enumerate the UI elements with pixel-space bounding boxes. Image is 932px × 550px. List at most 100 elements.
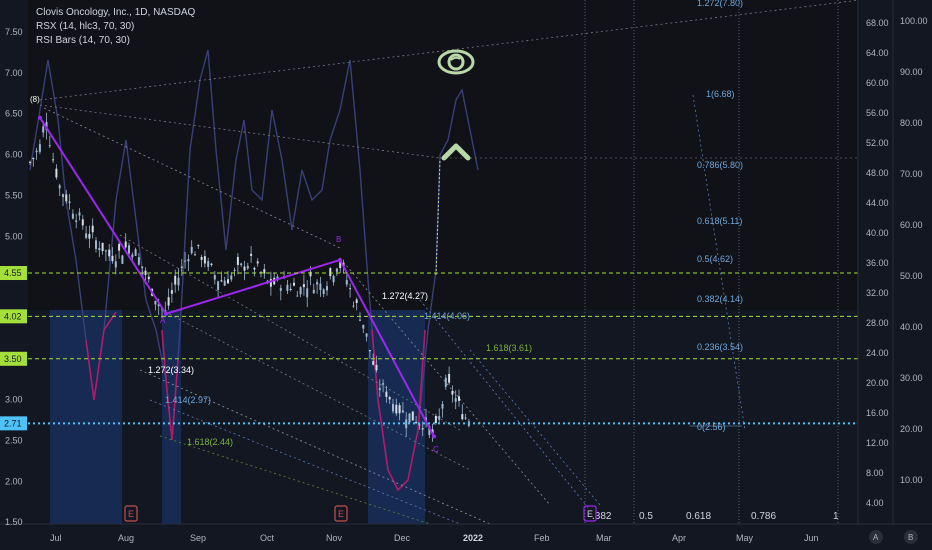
candle-body — [243, 266, 246, 271]
candle-body — [62, 194, 64, 198]
svg-text:E: E — [128, 509, 134, 519]
wave-label-A: A — [160, 316, 166, 325]
axis-mode-button[interactable]: A — [869, 530, 883, 544]
candle-body — [408, 413, 411, 423]
candle-body — [147, 276, 150, 280]
candle-body — [401, 410, 404, 413]
candle-body — [197, 244, 200, 246]
svg-text:B: B — [908, 533, 913, 542]
candle-body — [329, 268, 332, 277]
rsx-axis-tick: 28.00 — [866, 318, 889, 328]
fib-retracement-label: 0.618(5.11) — [697, 216, 742, 226]
chevron-up-icon — [441, 143, 471, 161]
rsx-axis-tick: 40.00 — [866, 228, 889, 238]
candle-body — [256, 261, 259, 264]
fib-retracement-label: 0.236(3.54) — [697, 342, 743, 352]
candle-body — [388, 397, 391, 400]
x-axis-tick: Aug — [118, 533, 134, 543]
price-label: 3.50 — [4, 354, 22, 364]
rsx-axis-tick: 12.00 — [866, 438, 889, 448]
x-axis-tick: Feb — [534, 533, 550, 543]
fib-retracement-label: 0.382(4.14) — [697, 294, 743, 304]
candle-body — [32, 158, 35, 160]
candle-body — [220, 280, 223, 282]
eye-icon[interactable] — [436, 46, 476, 78]
candle-body — [180, 266, 183, 269]
candle-body — [217, 281, 220, 290]
svg-text:E: E — [338, 509, 344, 519]
candle-body — [65, 194, 68, 202]
price-chart[interactable]: A B C (8) 1.272(3.34) 1.414(2.97) 1.618(2.44)… — [0, 0, 932, 550]
left-axis-tick: 2.00 — [5, 476, 23, 486]
candle-body — [233, 269, 236, 271]
candle-body — [55, 168, 58, 178]
x-axis-tick: 2022 — [463, 533, 483, 543]
candle-body — [385, 391, 388, 397]
candle-body — [154, 300, 157, 305]
fib-retracement-label: 0(2.56) — [697, 422, 726, 432]
left-axis-tick: 3.00 — [5, 395, 23, 405]
rsx-axis-tick: 4.00 — [866, 498, 884, 508]
candle-body — [210, 263, 213, 265]
rsx-axis-tick: 64.00 — [866, 48, 889, 58]
candle-body — [68, 201, 71, 204]
rsx-axis-tick: 60.00 — [866, 78, 889, 88]
rsx-axis-tick: 16.00 — [866, 408, 889, 418]
oversold-zone — [162, 310, 181, 524]
left-axis-tick: 5.50 — [5, 190, 23, 200]
candle-body — [98, 248, 101, 250]
x-axis-tick: Jun — [804, 533, 819, 543]
time-fib-label: 0.5 — [639, 511, 653, 522]
rsx-axis-tick: 48.00 — [866, 168, 889, 178]
fib-extension-label: 1.272(3.34) — [148, 365, 194, 375]
rsi-axis-tick: 70.00 — [900, 169, 923, 179]
price-label: 4.02 — [4, 311, 22, 321]
x-axis-tick: Oct — [260, 533, 275, 543]
candle-body — [137, 257, 140, 265]
candle-body — [444, 377, 447, 387]
candle-body — [392, 403, 394, 412]
x-axis-tick: Nov — [326, 533, 343, 543]
candle-body — [167, 297, 170, 306]
candle-body — [372, 361, 375, 365]
candle-body — [398, 405, 401, 414]
candle-body — [38, 144, 41, 152]
price-label: 2.71 — [4, 418, 22, 428]
candle-body — [382, 383, 385, 385]
rsi-axis-tick: 50.00 — [900, 271, 923, 281]
candle-body — [170, 290, 173, 294]
pivot-label: (8) — [30, 95, 40, 104]
x-axis-tick: Mar — [596, 533, 612, 543]
svg-text:E: E — [587, 509, 593, 519]
rsx-axis-tick: 44.00 — [866, 198, 889, 208]
wave-point — [38, 115, 42, 120]
price-label: 4.55 — [4, 268, 22, 278]
candle-body — [302, 284, 305, 288]
chart-header: Clovis Oncology, Inc., 1D, NASDAQ RSX (1… — [36, 6, 195, 48]
fib-retracement-label: 0.786(5.80) — [697, 160, 743, 170]
wave-point — [338, 257, 342, 262]
candle-body — [368, 350, 371, 352]
rsx-axis-tick: 36.00 — [866, 258, 889, 268]
axis-mode-button[interactable]: B — [904, 530, 918, 544]
symbol-title[interactable]: Clovis Oncology, Inc., 1D, NASDAQ — [36, 6, 195, 20]
candle-body — [223, 280, 226, 286]
candle-body — [418, 424, 421, 426]
candle-body — [35, 150, 38, 153]
rsx-axis-tick: 24.00 — [866, 348, 889, 358]
candle-body — [326, 286, 328, 291]
fib-retracement-label: 1.272(7.80) — [697, 0, 743, 8]
candle-body — [174, 275, 177, 285]
candle-body — [227, 279, 229, 284]
candle-body — [355, 299, 358, 304]
candle-body — [309, 271, 312, 277]
candle-body — [461, 414, 464, 420]
left-axis-tick: 6.50 — [5, 109, 23, 119]
rsx-indicator-title[interactable]: RSX (14, hlc3, 70, 30) — [36, 20, 195, 34]
fib-extension-label: 1.272(4.27) — [382, 291, 428, 301]
rsi-bars-indicator-title[interactable]: RSI Bars (14, 70, 30) — [36, 34, 195, 48]
x-axis-tick: May — [736, 533, 754, 543]
x-axis-tick: Sep — [190, 533, 206, 543]
rsx-axis-tick: 32.00 — [866, 288, 889, 298]
left-axis-tick: 6.00 — [5, 150, 23, 160]
